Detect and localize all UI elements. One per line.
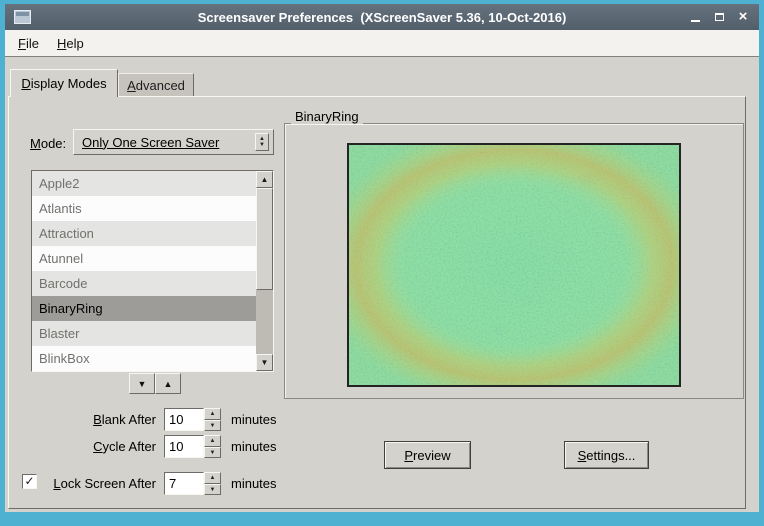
preview-image bbox=[347, 143, 681, 387]
tab-display-modes[interactable]: Display Modes bbox=[10, 69, 118, 97]
list-item[interactable]: Barcode bbox=[32, 271, 256, 296]
check-icon: ✓ bbox=[24, 474, 34, 488]
lock-after-up-button[interactable]: ▲ bbox=[204, 472, 221, 484]
cycle-after-stepper: ▲ ▼ bbox=[204, 435, 221, 458]
list-scrollbar[interactable]: ▲ ▼ bbox=[256, 171, 273, 371]
spin-up-icon: ▲ bbox=[210, 411, 216, 417]
spin-up-icon: ▲ bbox=[210, 438, 216, 444]
lock-checkbox[interactable]: ✓ bbox=[22, 474, 37, 489]
cycle-after-unit: minutes bbox=[231, 439, 277, 454]
binaryring-preview-art bbox=[349, 145, 679, 385]
tab-advanced-label: Advanced bbox=[127, 78, 185, 93]
settings-button[interactable]: Settings... bbox=[564, 441, 649, 469]
list-item[interactable]: Blaster bbox=[32, 321, 256, 346]
cycle-after-down-button[interactable]: ▼ bbox=[204, 447, 221, 458]
settings-button-label: Settings... bbox=[578, 448, 636, 463]
menu-file[interactable]: File bbox=[9, 33, 48, 54]
dropdown-spinner-icon: ▲▼ bbox=[255, 133, 269, 151]
move-up-button[interactable]: ▲ bbox=[155, 373, 181, 394]
screensaver-list: Apple2 Atlantis Attraction Atunnel Barco… bbox=[31, 170, 274, 372]
mode-dropdown-value: Only One Screen Saver bbox=[82, 135, 255, 150]
blank-after-up-button[interactable]: ▲ bbox=[204, 408, 221, 420]
lock-after-label: Lock Screen After bbox=[43, 476, 156, 491]
cycle-after-label: Cycle After bbox=[39, 439, 156, 454]
cycle-after-up-button[interactable]: ▲ bbox=[204, 435, 221, 447]
blank-after-input[interactable] bbox=[164, 408, 204, 431]
restore-icon bbox=[715, 13, 724, 21]
scroll-up-button[interactable]: ▲ bbox=[256, 171, 273, 188]
close-icon: × bbox=[739, 9, 748, 25]
mode-label: Mode: bbox=[30, 136, 66, 151]
close-button[interactable]: × bbox=[734, 8, 752, 26]
blank-after-spinner: ▲ ▼ bbox=[164, 408, 221, 431]
lock-after-down-button[interactable]: ▼ bbox=[204, 484, 221, 495]
up-arrow-icon: ▲ bbox=[164, 379, 173, 389]
window-frame: Screensaver Preferences (XScreenSaver 5.… bbox=[0, 0, 764, 526]
spin-down-icon: ▼ bbox=[210, 423, 216, 429]
list-item[interactable]: Apple2 bbox=[32, 171, 256, 196]
window-icon bbox=[14, 10, 31, 24]
down-arrow-icon: ▼ bbox=[138, 379, 147, 389]
cycle-after-spinner: ▲ ▼ bbox=[164, 435, 221, 458]
preview-frame-label: BinaryRing bbox=[291, 109, 363, 124]
list-item[interactable]: Atunnel bbox=[32, 246, 256, 271]
blank-after-label: Blank After bbox=[39, 412, 156, 427]
minimize-icon bbox=[691, 20, 700, 22]
spin-up-icon: ▲ bbox=[210, 475, 216, 481]
minimize-button[interactable] bbox=[686, 8, 704, 26]
lock-after-input[interactable] bbox=[164, 472, 204, 495]
scrollbar-thumb[interactable] bbox=[256, 188, 273, 290]
display-modes-panel: Mode: Only One Screen Saver ▲▼ Apple2 At… bbox=[8, 96, 746, 509]
blank-after-stepper: ▲ ▼ bbox=[204, 408, 221, 431]
scroll-down-icon: ▼ bbox=[261, 358, 269, 367]
tab-display-modes-label: Display Modes bbox=[21, 76, 106, 91]
cycle-after-input[interactable] bbox=[164, 435, 204, 458]
screensaver-list-rows: Apple2 Atlantis Attraction Atunnel Barco… bbox=[32, 171, 256, 371]
spin-down-icon: ▼ bbox=[210, 450, 216, 456]
tab-advanced[interactable]: Advanced bbox=[118, 73, 194, 96]
list-item[interactable]: Attraction bbox=[32, 221, 256, 246]
lock-after-spinner: ▲ ▼ bbox=[164, 472, 221, 495]
main-content: Display Modes Advanced Mode: Only One Sc… bbox=[5, 57, 759, 512]
preview-button[interactable]: Preview bbox=[384, 441, 471, 469]
move-down-button[interactable]: ▼ bbox=[129, 373, 155, 394]
blank-after-down-button[interactable]: ▼ bbox=[204, 420, 221, 431]
menubar: File Help bbox=[5, 30, 759, 57]
scroll-down-button[interactable]: ▼ bbox=[256, 354, 273, 371]
preview-button-label: Preview bbox=[404, 448, 450, 463]
titlebar[interactable]: Screensaver Preferences (XScreenSaver 5.… bbox=[5, 4, 759, 30]
menu-help[interactable]: Help bbox=[48, 33, 93, 54]
list-item[interactable]: BlinkBox bbox=[32, 346, 256, 371]
list-item[interactable]: BinaryRing bbox=[32, 296, 256, 321]
lock-after-unit: minutes bbox=[231, 476, 277, 491]
window-controls: × bbox=[686, 4, 752, 30]
window-title: Screensaver Preferences (XScreenSaver 5.… bbox=[5, 10, 759, 25]
restore-button[interactable] bbox=[710, 8, 728, 26]
scroll-up-icon: ▲ bbox=[261, 175, 269, 184]
xscreensaver-window: Screensaver Preferences (XScreenSaver 5.… bbox=[5, 4, 759, 512]
spin-down-icon: ▼ bbox=[210, 487, 216, 493]
lock-after-stepper: ▲ ▼ bbox=[204, 472, 221, 495]
blank-after-unit: minutes bbox=[231, 412, 277, 427]
list-item[interactable]: Atlantis bbox=[32, 196, 256, 221]
mode-dropdown[interactable]: Only One Screen Saver ▲▼ bbox=[73, 129, 274, 155]
